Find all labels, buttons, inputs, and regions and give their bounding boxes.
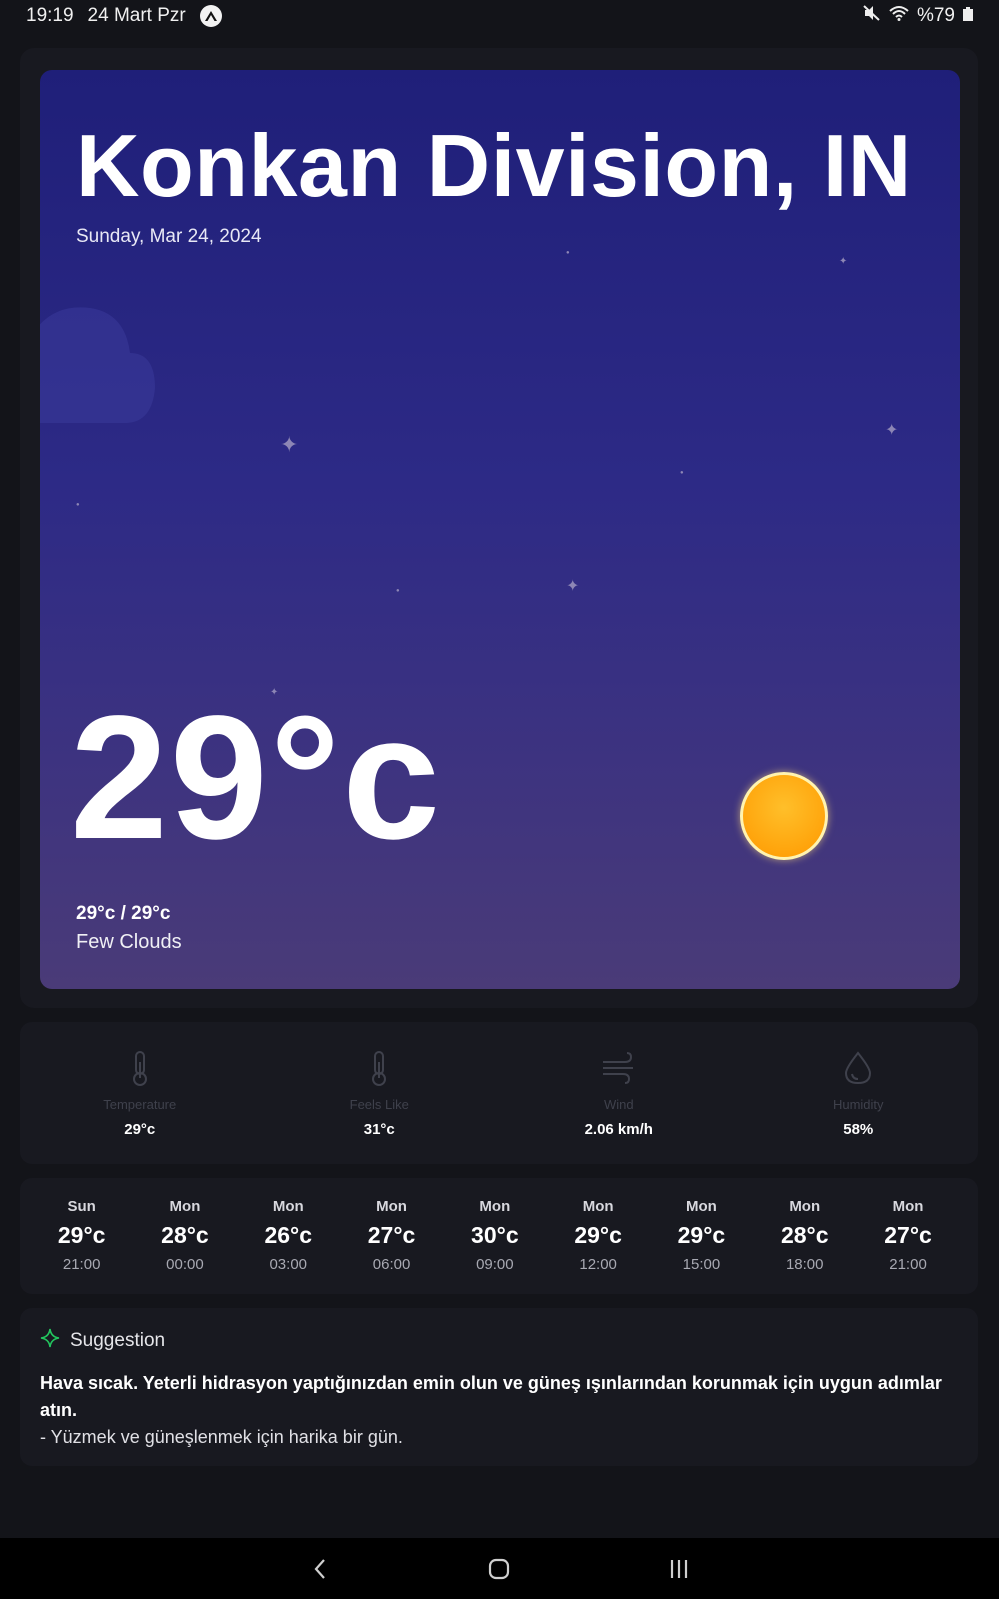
stat-value: 31°c: [363, 1121, 395, 1138]
stat-label: Feels Like: [349, 1097, 409, 1112]
weather-stats: Temperature 29°c Feels Like 31°c Wind 2.…: [20, 1022, 978, 1164]
stat-value: 2.06 km/h: [584, 1121, 653, 1138]
cloud-icon: [40, 298, 190, 433]
forecast-day: Mon: [789, 1198, 821, 1215]
forecast-time: 03:00: [269, 1256, 308, 1273]
forecast-time: 06:00: [372, 1256, 411, 1273]
forecast-item: Mon 26°c 03:00: [237, 1178, 340, 1294]
weather-condition: Few Clouds: [76, 931, 182, 953]
forecast-item: Sun 29°c 21:00: [30, 1178, 133, 1294]
stat-label: Temperature: [103, 1097, 177, 1112]
star-icon: ●: [680, 470, 684, 476]
home-icon: [489, 1558, 510, 1579]
forecast-time: 12:00: [579, 1256, 617, 1273]
hourly-forecast[interactable]: Sun 29°c 21:00 Mon 28°c 00:00 Mon 26°c 0…: [20, 1178, 978, 1294]
recents-button[interactable]: [649, 1547, 709, 1591]
forecast-day: Mon: [479, 1198, 511, 1215]
forecast-temp: 27°c: [367, 1222, 416, 1248]
wind-icon: [601, 1050, 637, 1091]
sun-icon: [740, 772, 828, 860]
forecast-temp: 28°c: [161, 1222, 209, 1248]
forecast-temp: 29°c: [677, 1222, 726, 1248]
stat-label: Wind: [603, 1097, 634, 1112]
forecast-time: 15:00: [682, 1256, 721, 1273]
battery-percent: %79: [916, 5, 955, 26]
back-button[interactable]: [290, 1547, 350, 1591]
forecast-day: Mon: [582, 1198, 614, 1215]
forecast-day: Sun: [67, 1198, 96, 1215]
wifi-icon: [889, 5, 909, 27]
star-icon: ✦: [280, 432, 299, 457]
sparkle-icon: [40, 1328, 60, 1354]
stat-wind: Wind 2.06 km/h: [499, 1022, 739, 1164]
suggestion-header: Suggestion: [40, 1328, 958, 1354]
forecast-temp: 30°c: [471, 1222, 519, 1248]
status-right: %79: [863, 5, 973, 27]
city-name: Konkan Division, IN: [76, 116, 912, 215]
star-icon: ●: [76, 502, 80, 508]
forecast-time: 00:00: [166, 1256, 204, 1273]
forecast-time: 21:00: [889, 1256, 927, 1273]
forecast-day: Mon: [686, 1198, 717, 1215]
status-time: 19:19: [26, 5, 74, 26]
stat-value: 29°c: [124, 1121, 156, 1138]
forecast-day: Mon: [376, 1198, 407, 1215]
forecast-temp: 29°c: [574, 1222, 622, 1248]
droplet-icon: [843, 1050, 873, 1091]
weather-hero-card: Konkan Division, IN Sunday, Mar 24, 2024…: [40, 70, 960, 989]
forecast-time: 21:00: [62, 1256, 101, 1273]
stat-humidity: Humidity 58%: [739, 1022, 979, 1164]
star-icon: ✦: [885, 422, 899, 439]
forecast-item: Mon 27°c 21:00: [856, 1178, 959, 1294]
star-icon: ●: [396, 588, 400, 594]
mute-icon: [863, 5, 881, 27]
suggestion-panel: Suggestion Hava sıcak. Yeterli hidrasyon…: [20, 1308, 978, 1466]
battery-icon: [963, 5, 973, 27]
expo-app-icon: [199, 5, 222, 27]
home-button[interactable]: [469, 1547, 529, 1591]
forecast-item: Mon 27°c 06:00: [340, 1178, 443, 1294]
min-max-temperature: 29°c / 29°c: [76, 903, 171, 924]
stat-temperature: Temperature 29°c: [20, 1022, 260, 1164]
forecast-temp: 27°c: [884, 1222, 932, 1248]
suggestion-main-text: Hava sıcak. Yeterli hidrasyon yaptığınız…: [40, 1373, 942, 1420]
back-icon: [314, 1558, 325, 1579]
recents-icon: [671, 1559, 688, 1578]
suggestion-sub-text: - Yüzmek ve güneşlenmek için harika bir …: [40, 1427, 403, 1447]
star-icon: ●: [566, 250, 570, 256]
stat-feels-like: Feels Like 31°c: [260, 1022, 500, 1164]
stat-label: Humidity: [832, 1097, 884, 1112]
current-date: Sunday, Mar 24, 2024: [76, 226, 262, 247]
thermometer-icon: [368, 1050, 390, 1091]
forecast-day: Mon: [892, 1198, 924, 1215]
forecast-time: 09:00: [476, 1256, 514, 1273]
forecast-item: Mon 29°c 12:00: [546, 1178, 649, 1294]
forecast-day: Mon: [169, 1198, 201, 1215]
thermometer-icon: [129, 1050, 151, 1091]
forecast-temp: 26°c: [264, 1222, 313, 1248]
star-icon: ✦: [566, 578, 580, 595]
forecast-day: Mon: [272, 1198, 304, 1215]
forecast-temp: 28°c: [780, 1222, 829, 1248]
status-date: 24 Mart Pzr: [87, 5, 186, 26]
forecast-item: Mon 28°c 18:00: [753, 1178, 856, 1294]
suggestion-title: Suggestion: [70, 1330, 166, 1351]
forecast-time: 18:00: [785, 1256, 824, 1273]
forecast-temp: 29°c: [57, 1222, 106, 1248]
current-temperature: 29°c: [70, 680, 443, 876]
star-icon: ✦: [839, 256, 848, 267]
status-left: 19:19 24 Mart Pzr: [26, 5, 222, 27]
forecast-item: Mon 30°c 09:00: [443, 1178, 546, 1294]
forecast-item: Mon 29°c 15:00: [650, 1178, 753, 1294]
stat-value: 58%: [843, 1121, 874, 1138]
forecast-item: Mon 28°c 00:00: [133, 1178, 236, 1294]
system-nav-bar: [0, 1538, 999, 1599]
status-bar: 19:19 24 Mart Pzr %79: [0, 0, 999, 32]
